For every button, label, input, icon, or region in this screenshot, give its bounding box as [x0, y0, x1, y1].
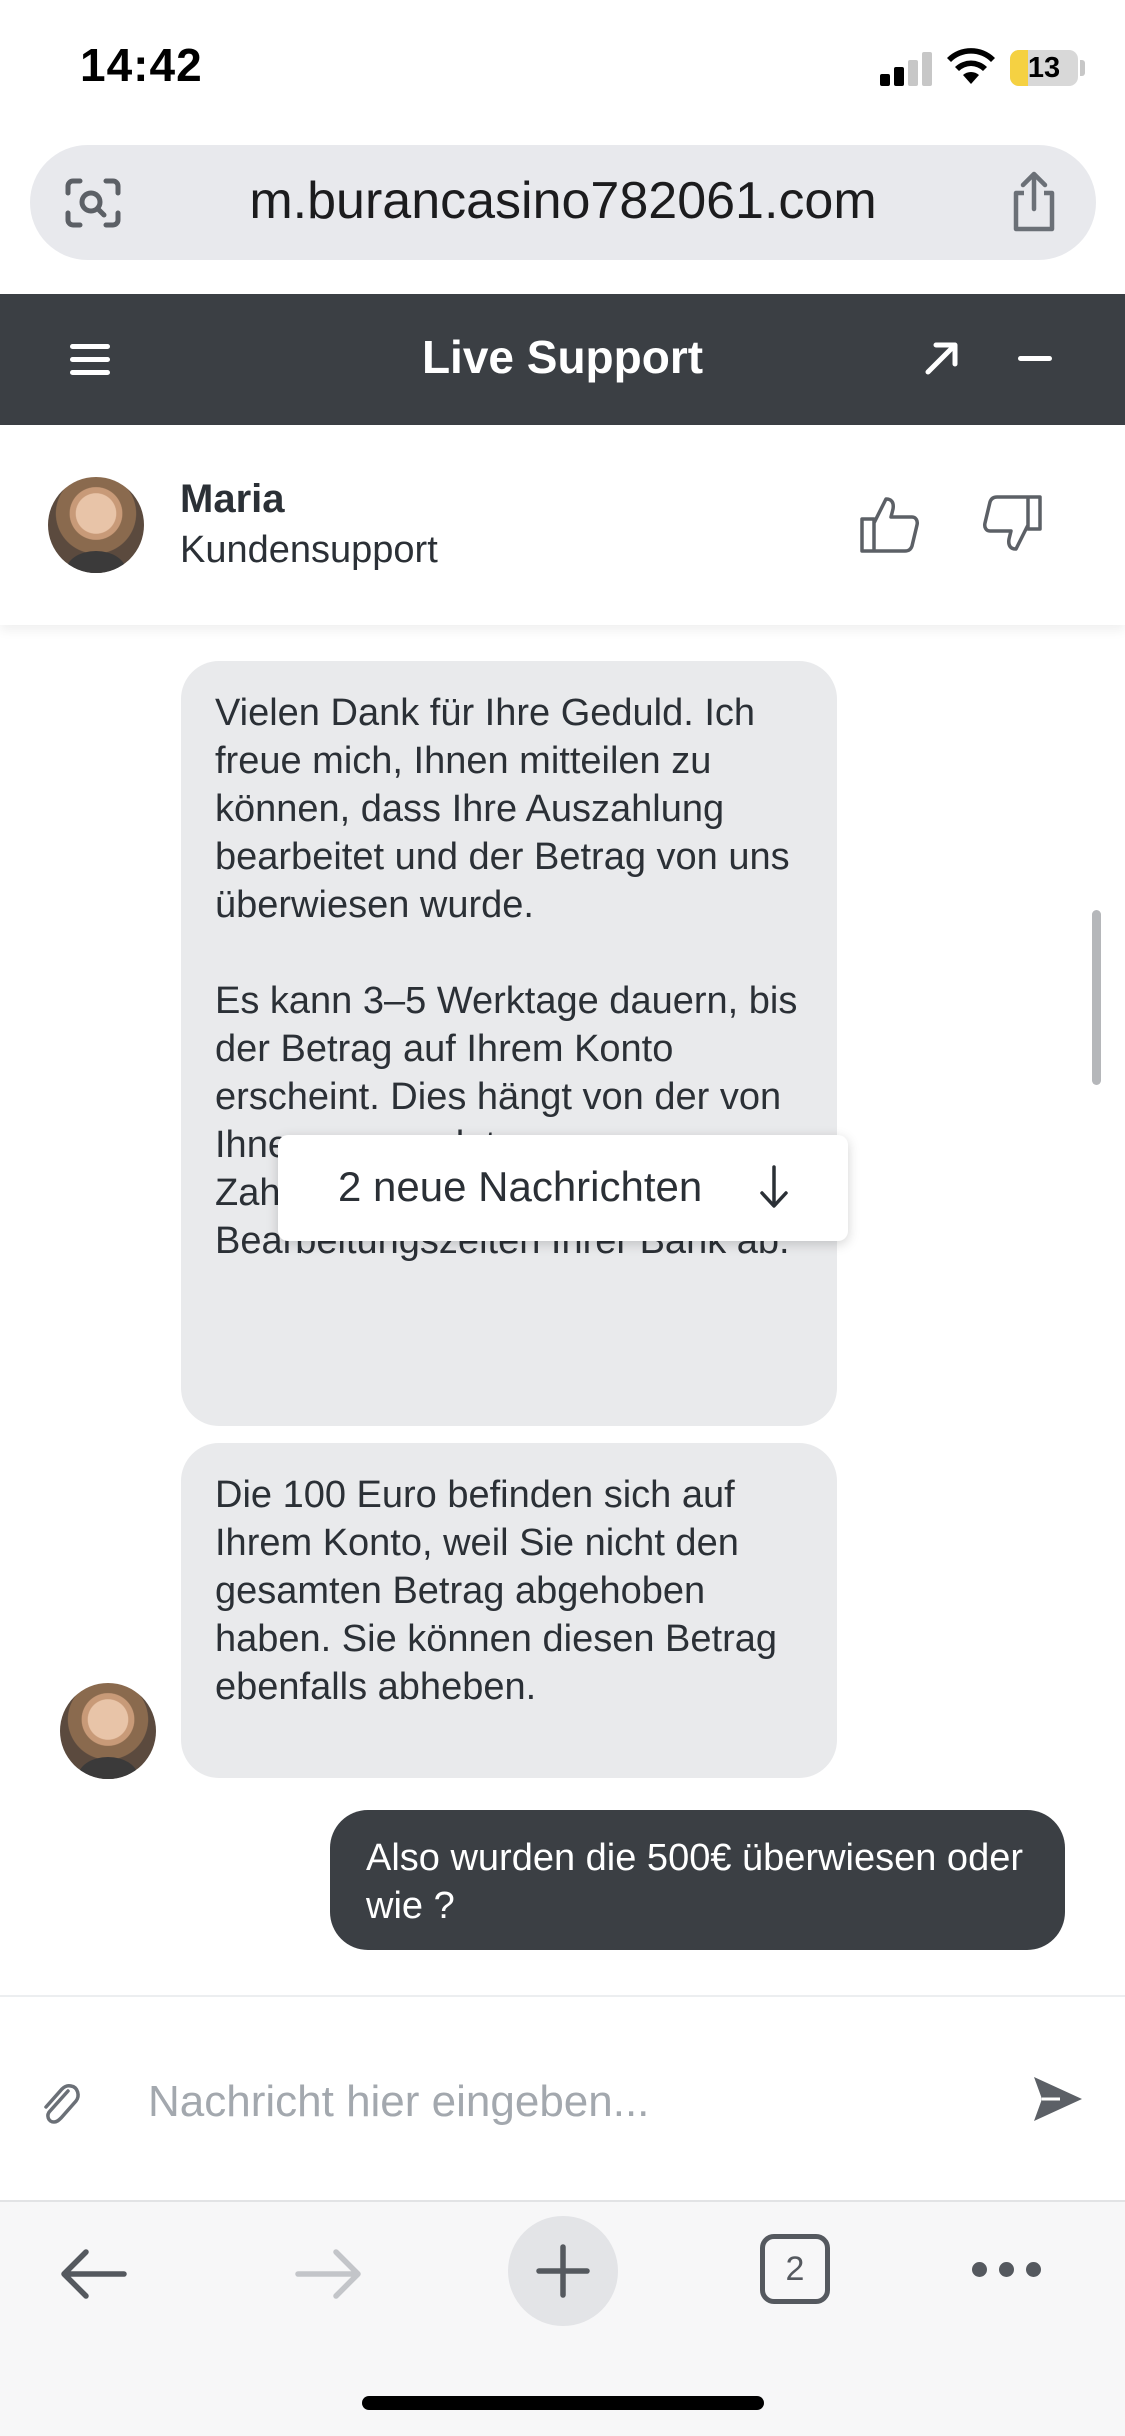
url-text[interactable]: m.burancasino782061.com	[140, 171, 986, 231]
back-arrow-icon[interactable]	[58, 2246, 130, 2302]
paperclip-icon[interactable]	[38, 2077, 82, 2129]
battery-level: 13	[1027, 52, 1061, 84]
agent-message: Vielen Dank für Ihre Geduld. Ich freue m…	[181, 661, 837, 1426]
agent-header: Maria Kundensupport	[0, 425, 1125, 625]
page-scan-icon[interactable]	[64, 177, 122, 229]
arrow-down-icon	[760, 1165, 788, 1208]
agent-name: Maria	[180, 477, 285, 521]
chat-header: Live Support	[0, 294, 1125, 425]
status-time: 14:42	[80, 39, 203, 91]
home-indicator	[362, 2396, 764, 2410]
scrollbar[interactable]	[1092, 910, 1101, 1085]
thumbs-up-icon[interactable]	[858, 493, 920, 555]
share-icon[interactable]	[1008, 171, 1060, 233]
agent-role: Kundensupport	[180, 529, 438, 571]
agent-avatar	[48, 477, 144, 573]
url-bar[interactable]: m.burancasino782061.com	[30, 145, 1096, 260]
message-input[interactable]	[148, 2057, 998, 2147]
forward-arrow-icon[interactable]	[292, 2246, 364, 2302]
new-messages-button[interactable]: 2 neue Nachrichten	[278, 1135, 848, 1241]
agent-message: Die 100 Euro befinden sich auf Ihrem Kon…	[181, 1443, 837, 1778]
wifi-icon	[947, 48, 995, 84]
new-messages-label: 2 neue Nachrichten	[338, 1163, 703, 1210]
more-icon[interactable]	[972, 2262, 1042, 2278]
status-bar: 14:42 13	[0, 0, 1125, 140]
tabs-button[interactable]: 2	[760, 2234, 830, 2304]
agent-message-avatar	[60, 1683, 156, 1779]
new-tab-button[interactable]	[508, 2216, 618, 2326]
message-list[interactable]: Vielen Dank für Ihre Geduld. Ich freue m…	[0, 625, 1125, 1995]
battery-icon: 13	[1010, 50, 1078, 86]
battery-cap	[1080, 60, 1085, 76]
signal-icon	[880, 52, 934, 86]
plus-icon	[536, 2244, 590, 2298]
message-composer	[0, 1995, 1125, 2200]
thumbs-down-icon[interactable]	[982, 493, 1044, 555]
user-message: Also wurden die 500€ überwiesen oder wie…	[330, 1810, 1065, 1950]
minimize-icon[interactable]	[1018, 356, 1052, 361]
expand-icon[interactable]	[918, 334, 966, 382]
send-icon[interactable]	[1030, 2071, 1086, 2127]
